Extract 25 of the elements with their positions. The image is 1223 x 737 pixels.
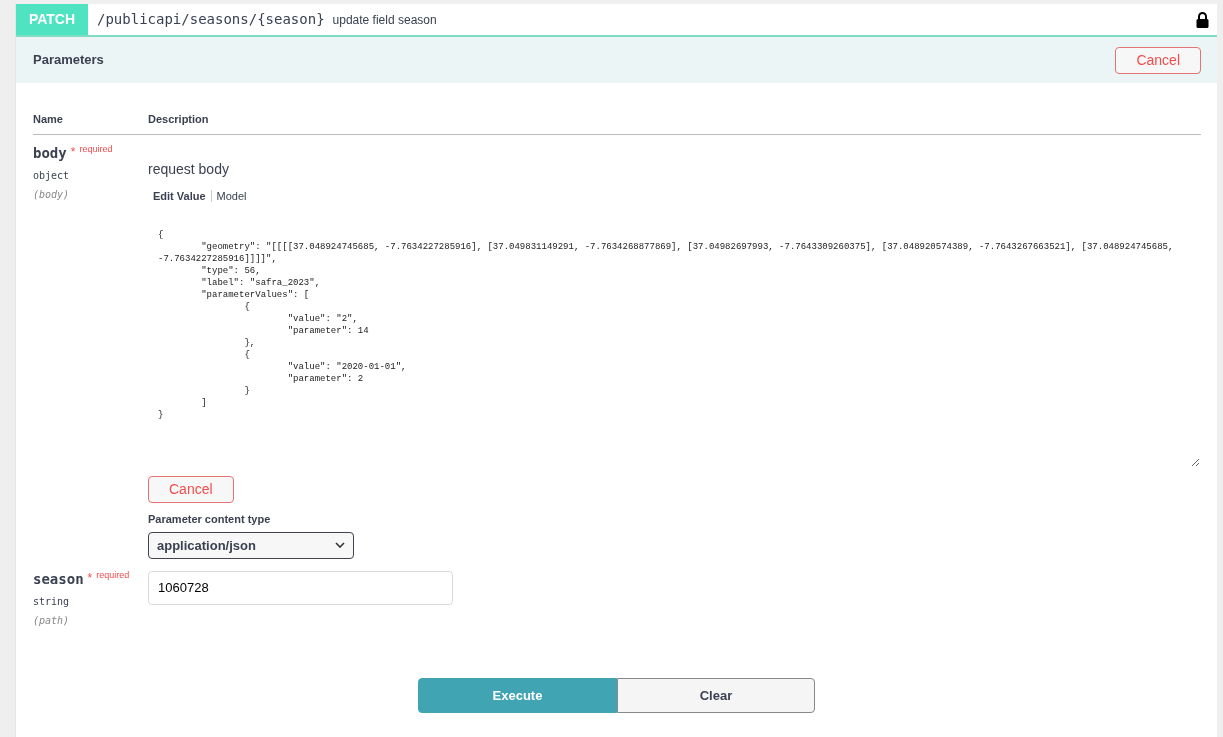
tab[interactable]: Edit Value: [148, 187, 211, 204]
lock-icon[interactable]: [1196, 11, 1209, 28]
column-header: Name: [33, 112, 64, 127]
required-label: required: [79, 142, 113, 156]
caret-icon: [335, 542, 345, 549]
tab[interactable]: Model: [211, 187, 252, 204]
required-label: required: [96, 569, 130, 582]
parameter-type: object: [33, 168, 71, 183]
section-title: Parameters: [33, 51, 104, 70]
parameter-name: season: [33, 570, 84, 589]
required-asterisk: *: [87, 570, 93, 587]
parameter-description: request body: [148, 159, 230, 179]
endpoint-summary: update field season: [332, 11, 437, 29]
column-header: Description: [148, 112, 209, 127]
parameter-location: (body): [33, 187, 71, 202]
input-field[interactable]: 1060728: [148, 571, 453, 605]
parameter-name: body: [33, 143, 67, 163]
parameter-type: string: [33, 595, 71, 609]
endpoint-path: /publicapi/seasons/{season}: [97, 10, 325, 29]
parameter-location: (path): [33, 614, 71, 628]
clear-button[interactable]: Clear: [617, 678, 815, 713]
field-label: Parameter content type: [148, 512, 272, 527]
content-type-select[interactable]: application/json: [148, 531, 354, 559]
method-badge: PATCH: [16, 4, 88, 35]
required-asterisk: *: [70, 143, 76, 161]
